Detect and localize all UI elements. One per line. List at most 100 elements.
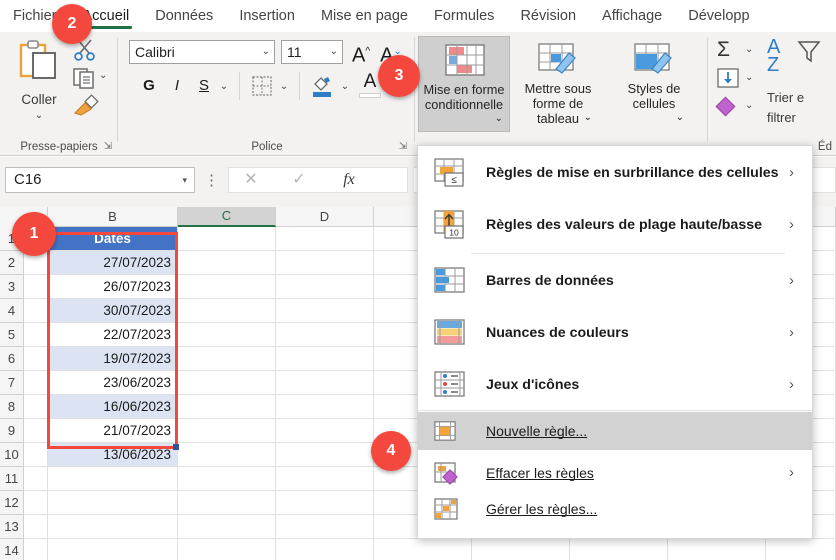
row-header-13[interactable]: 13 (0, 515, 24, 539)
format-as-table-caret-icon[interactable]: ⌄ (584, 112, 592, 123)
menu-item-data-bars[interactable]: Barres de données › (418, 255, 812, 307)
cell-a12[interactable] (24, 491, 48, 515)
cell-b10[interactable]: 13/06/2023 (48, 443, 178, 467)
tab-mise-en-page[interactable]: Mise en page (308, 0, 421, 32)
formula-bar-handle[interactable]: ⋮ (204, 171, 219, 189)
copy-icon[interactable] (72, 66, 98, 90)
cell-a10[interactable] (24, 443, 48, 467)
cell-styles-button[interactable]: Styles de cellules ⌄ (608, 36, 700, 132)
cell-a5[interactable] (24, 323, 48, 347)
cell-c7[interactable] (178, 371, 276, 395)
cell-b13[interactable] (48, 515, 178, 539)
borders-icon[interactable] (252, 76, 272, 96)
cell-a8[interactable] (24, 395, 48, 419)
cell-c6[interactable] (178, 347, 276, 371)
confirm-check-icon[interactable]: ✓ (277, 168, 321, 192)
cell-d12[interactable] (276, 491, 374, 515)
sum-caret-icon[interactable]: ⌄ (745, 44, 753, 55)
cell-c4[interactable] (178, 299, 276, 323)
clear-eraser-icon[interactable] (715, 96, 739, 118)
cell-b6[interactable]: 19/07/2023 (48, 347, 178, 371)
bold-button[interactable]: G (139, 74, 159, 98)
cell-c8[interactable] (178, 395, 276, 419)
cell-h14[interactable] (668, 539, 766, 560)
cell-d8[interactable] (276, 395, 374, 419)
clear-caret-icon[interactable]: ⌄ (745, 100, 753, 111)
cell-styles-caret-icon[interactable]: ⌄ (676, 112, 684, 123)
clipboard-dialog-launcher-icon[interactable]: ⇲ (102, 141, 114, 153)
menu-item-clear-rules[interactable]: Effacer les règles › (418, 456, 812, 490)
fill-down-icon[interactable] (717, 68, 739, 88)
menu-item-icon-sets[interactable]: Jeux d'icônes › (418, 359, 812, 411)
cell-d4[interactable] (276, 299, 374, 323)
cell-a4[interactable] (24, 299, 48, 323)
fill-color-icon[interactable] (311, 74, 333, 98)
cell-c11[interactable] (178, 467, 276, 491)
row-header-8[interactable]: 8 (0, 395, 24, 419)
cell-b4[interactable]: 30/07/2023 (48, 299, 178, 323)
filter-icon[interactable] (797, 40, 821, 64)
cell-i14[interactable] (766, 539, 836, 560)
tab-insertion[interactable]: Insertion (226, 0, 308, 32)
cell-a3[interactable] (24, 275, 48, 299)
copy-caret-icon[interactable]: ⌄ (99, 70, 107, 81)
cell-b8[interactable]: 16/06/2023 (48, 395, 178, 419)
column-header-b[interactable]: B (48, 207, 178, 227)
tab-developpeur[interactable]: Développ (675, 0, 762, 32)
cell-a6[interactable] (24, 347, 48, 371)
cell-f14[interactable] (472, 539, 570, 560)
row-header-5[interactable]: 5 (0, 323, 24, 347)
cell-d2[interactable] (276, 251, 374, 275)
format-as-table-button[interactable]: Mettre sous forme de tableau ⌄ (512, 36, 604, 132)
cell-b12[interactable] (48, 491, 178, 515)
cell-b2[interactable]: 27/07/2023 (48, 251, 178, 275)
cell-c12[interactable] (178, 491, 276, 515)
conditional-formatting-caret-icon[interactable]: ⌄ (495, 113, 503, 124)
borders-caret-icon[interactable]: ⌄ (276, 78, 292, 96)
menu-item-top-bottom-rules[interactable]: 10 Règles des valeurs de plage haute/bas… (418, 199, 812, 251)
cell-d11[interactable] (276, 467, 374, 491)
cell-d1[interactable] (276, 227, 374, 251)
font-name-caret-icon[interactable]: ⌄ (262, 41, 270, 63)
conditional-formatting-button[interactable]: Mise en forme conditionnelle ⌄ (418, 36, 510, 132)
cell-a11[interactable] (24, 467, 48, 491)
cell-a7[interactable] (24, 371, 48, 395)
row-header-7[interactable]: 7 (0, 371, 24, 395)
cell-d3[interactable] (276, 275, 374, 299)
menu-item-color-scales[interactable]: Nuances de couleurs › (418, 307, 812, 359)
cell-a9[interactable] (24, 419, 48, 443)
column-header-d[interactable]: D (276, 207, 374, 227)
row-header-4[interactable]: 4 (0, 299, 24, 323)
cell-b11[interactable] (48, 467, 178, 491)
insert-function-icon[interactable]: fx (327, 168, 371, 192)
menu-item-highlight-cells-rules[interactable]: ≤ Règles de mise en surbrillance des cel… (418, 147, 812, 199)
underline-button[interactable]: S (194, 74, 214, 98)
cell-c13[interactable] (178, 515, 276, 539)
paste-button[interactable]: Coller ⌄ (8, 38, 70, 124)
cancel-x-icon[interactable]: ✕ (229, 168, 273, 192)
cell-a13[interactable] (24, 515, 48, 539)
tab-revision[interactable]: Révision (507, 0, 589, 32)
font-size-input[interactable]: 11 ⌄ (281, 40, 343, 64)
menu-item-manage-rules[interactable]: Gérer les règles... (418, 492, 812, 526)
tab-affichage[interactable]: Affichage (589, 0, 675, 32)
cell-b7[interactable]: 23/06/2023 (48, 371, 178, 395)
cell-g14[interactable] (570, 539, 668, 560)
cell-b5[interactable]: 22/07/2023 (48, 323, 178, 347)
name-box[interactable]: C16 ▾ (5, 167, 195, 193)
cell-b14[interactable] (48, 539, 178, 560)
paste-caret-icon[interactable]: ⌄ (8, 110, 70, 121)
format-painter-icon[interactable] (72, 94, 100, 118)
cell-d5[interactable] (276, 323, 374, 347)
row-header-10[interactable]: 10 (0, 443, 24, 467)
cell-e14[interactable] (374, 539, 472, 560)
row-header-2[interactable]: 2 (0, 251, 24, 275)
cell-d7[interactable] (276, 371, 374, 395)
cell-b3[interactable]: 26/07/2023 (48, 275, 178, 299)
cell-c5[interactable] (178, 323, 276, 347)
cell-d6[interactable] (276, 347, 374, 371)
cell-b9[interactable]: 21/07/2023 (48, 419, 178, 443)
fill-caret-icon[interactable]: ⌄ (745, 72, 753, 83)
italic-button[interactable]: I (167, 74, 187, 98)
sum-sigma-icon[interactable]: Σ (717, 38, 730, 62)
